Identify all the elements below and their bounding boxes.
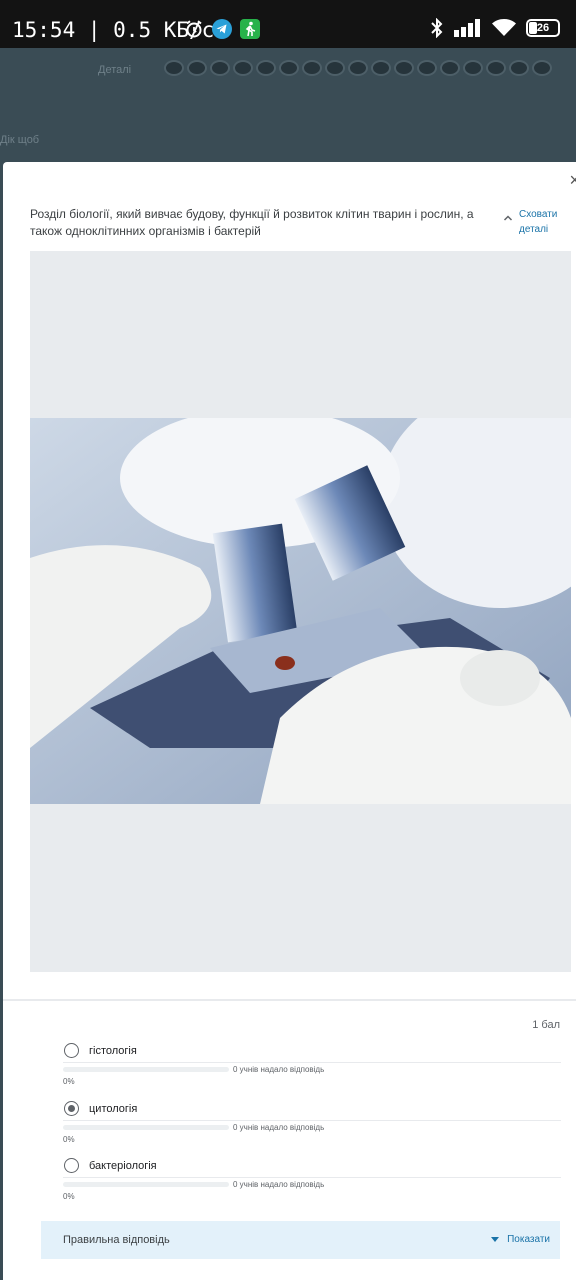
wifi-icon [492, 19, 516, 36]
answer-count: 0 учнів надало відповідь [233, 1065, 325, 1074]
show-answer-label: Показати [507, 1234, 550, 1245]
option-label: бактеріологія [89, 1159, 157, 1172]
walk-icon [240, 19, 260, 39]
show-answer-button[interactable]: Показати [491, 1234, 550, 1245]
question-image-area [30, 251, 571, 972]
radio-button[interactable] [64, 1043, 79, 1058]
correct-answer-panel: Правильна відповідь Показати [41, 1221, 560, 1259]
hide-details-label: Сховати деталі [519, 209, 558, 235]
progress-bar [63, 1125, 229, 1130]
option-cytology[interactable]: цитологія 0 учнів надало відповідь 0% [63, 1097, 561, 1147]
caret-down-icon [491, 1237, 500, 1242]
alarm-icon [186, 20, 202, 38]
background-filter: Деталі [98, 64, 132, 76]
progress-bar [63, 1067, 229, 1072]
signal-icon [454, 19, 480, 37]
answer-percent: 0% [63, 1077, 75, 1086]
close-icon[interactable]: × [569, 170, 576, 191]
correct-answer-label: Правильна відповідь [63, 1234, 170, 1246]
microscope-photo [30, 418, 571, 804]
answer-count: 0 учнів надало відповідь [233, 1180, 325, 1189]
option-histology[interactable]: гістологія 0 учнів надало відповідь 0% [63, 1039, 561, 1089]
battery-icon: 26 [526, 19, 560, 37]
battery-level: 26 [536, 22, 550, 34]
option-bacteriology[interactable]: бактеріологія 0 учнів надало відповідь 0… [63, 1154, 561, 1204]
question-text: Розділ біології, який вивчає будову, фун… [30, 207, 474, 238]
divider [3, 999, 576, 1001]
answer-count: 0 учнів надало відповідь [233, 1123, 325, 1132]
radio-button-selected[interactable] [64, 1101, 79, 1116]
answer-percent: 0% [63, 1192, 75, 1201]
background-avatars [164, 60, 552, 76]
status-bar: 15:54 | 0.5 КБ/с 26 [0, 0, 576, 48]
telegram-icon [212, 19, 232, 39]
option-label: гістологія [89, 1044, 137, 1057]
background-link: Дік щоб [0, 134, 40, 146]
question-dialog: × Розділ біології, який вивчає будову, ф… [3, 162, 576, 1280]
bluetooth-icon [431, 18, 443, 38]
progress-bar [63, 1182, 229, 1187]
chevron-up-icon [503, 215, 513, 221]
hide-details-button[interactable]: Сховати деталі [503, 207, 561, 237]
answer-percent: 0% [63, 1135, 75, 1144]
option-label: цитологія [89, 1102, 138, 1115]
radio-button[interactable] [64, 1158, 79, 1173]
points-label: 1 бал [532, 1019, 560, 1031]
